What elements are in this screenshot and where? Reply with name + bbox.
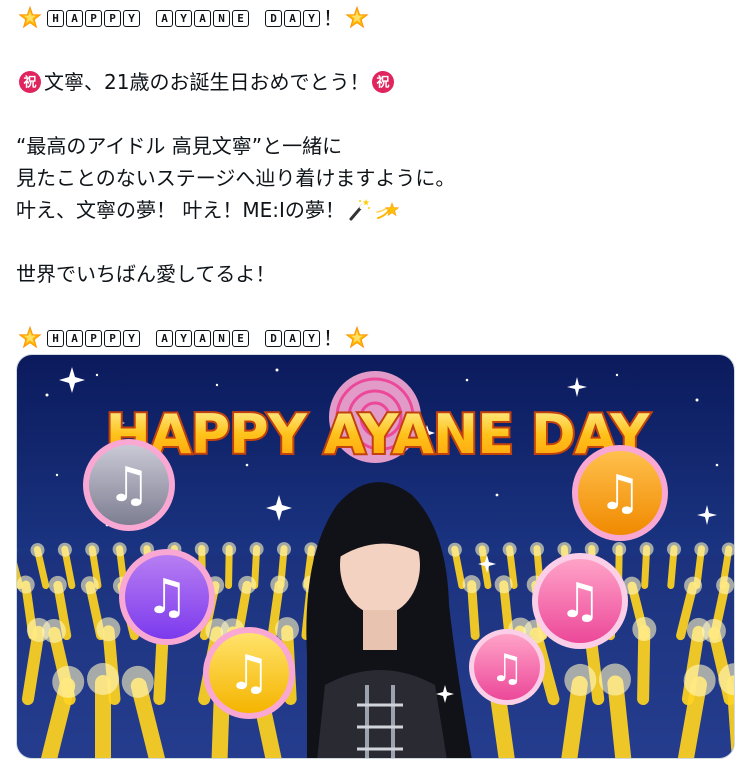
header-line: HAPPY AYANE DAY ！ [16,2,736,34]
boxed-letter: D [265,9,282,27]
music-bubble-gray: ♫ [83,439,175,531]
boxed-word-ayane: AYANE [156,329,249,347]
svg-text:祝: 祝 [23,75,36,91]
message-text: 見たことのないステージへ辿り着けますように。 [16,166,456,190]
svg-text:♫: ♫ [227,645,270,701]
boxed-letter: H [47,9,64,27]
boxed-letter: A [156,329,173,347]
magic-wand-icon [347,198,371,222]
boxed-letter: P [104,329,121,347]
boxed-word-day: DAY [265,9,320,27]
message-line-3: 叶え、文寧の夢！ 叶え！ME:Iの夢！ [16,194,736,226]
boxed-word-happy: HAPPY [47,9,140,27]
penlight-glow [87,663,119,695]
congrats-text: 文寧、21歳のお誕生日おめでとう！ [44,70,370,94]
boxed-letter: P [104,9,121,27]
boxed-word-ayane: AYANE [156,9,249,27]
boxed-letter: H [47,329,64,347]
boxed-letter: D [265,329,282,347]
music-bubble-purple: ♫ [119,549,215,645]
boxed-letter: E [232,9,249,27]
boxed-letter: A [194,9,211,27]
banner-title: HAPPY AYANE DAY [106,403,651,466]
svg-text:♫: ♫ [107,457,150,513]
love-text: 世界でいちばん愛してるよ！ [16,262,276,286]
boxed-letter: A [194,329,211,347]
post-image[interactable]: HAPPY AYANE DAY ♫ ♫ ♫ ♫ ♫ ♫ [16,354,735,759]
svg-text:♫: ♫ [558,573,601,629]
boxed-letter: P [85,329,102,347]
boxed-letter: Y [303,329,320,347]
music-bubble-pink-small: ♫ [469,629,545,705]
birthday-banner-image: HAPPY AYANE DAY ♫ ♫ ♫ ♫ ♫ ♫ [17,355,734,758]
boxed-letter: Y [123,329,140,347]
boxed-letter: N [213,329,230,347]
svg-text:♫: ♫ [145,569,188,625]
boxed-letter: A [284,9,301,27]
boxed-word-day: DAY [265,329,320,347]
glowing-star-icon [18,6,42,30]
boxed-letter: P [85,9,102,27]
congrats-line: 祝 文寧、21歳のお誕生日おめでとう！ 祝 [16,66,736,98]
music-bubble-pink: ♫ [532,553,628,649]
music-bubble-yellow: ♫ [203,627,295,719]
svg-text:祝: 祝 [377,75,390,91]
tweet-post: HAPPY AYANE DAY ！ 祝 文寧、21歳のお誕生日おめでとう！ 祝 … [0,0,750,765]
footer-line: HAPPY AYANE DAY ！ [16,322,736,354]
tweet-text: HAPPY AYANE DAY ！ 祝 文寧、21歳のお誕生日おめでとう！ 祝 … [16,2,736,354]
congratulations-icon: 祝 [371,70,395,94]
boxed-letter: Y [175,329,192,347]
glowing-star-icon [18,326,42,350]
boxed-letter: A [66,9,83,27]
glowing-star-icon [345,6,369,30]
boxed-letter: Y [303,9,320,27]
boxed-letter: A [66,329,83,347]
message-text: “最高のアイドル 高見文寧”と一緒に [16,134,343,158]
congratulations-icon: 祝 [18,70,42,94]
glowing-star-icon [345,326,369,350]
boxed-letter: A [156,9,173,27]
message-text: 叶え、文寧の夢！ 叶え！ME:Iの夢！ [16,198,345,222]
boxed-letter: N [213,9,230,27]
message-line-1: “最高のアイドル 高見文寧”と一緒に [16,130,736,162]
dizzy-icon [375,198,399,222]
boxed-letter: E [232,329,249,347]
svg-text:♫: ♫ [490,646,524,690]
footer-suffix: ！ [323,326,343,350]
music-bubble-orange: ♫ [572,445,668,541]
boxed-letter: A [284,329,301,347]
boxed-letter: Y [175,9,192,27]
boxed-letter: Y [123,9,140,27]
message-line-2: 見たことのないステージへ辿り着けますように。 [16,162,736,194]
header-suffix: ！ [323,6,343,30]
love-line: 世界でいちばん愛してるよ！ [16,258,736,290]
svg-text:♫: ♫ [598,465,641,521]
boxed-word-happy: HAPPY [47,329,140,347]
